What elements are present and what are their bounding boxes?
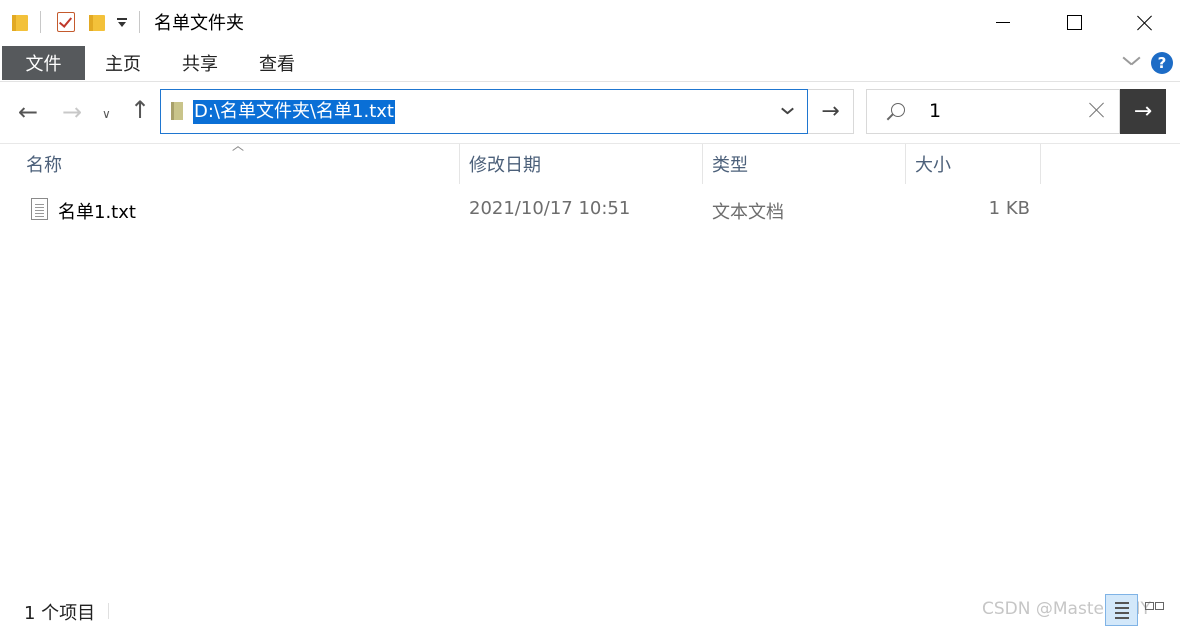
address-bar[interactable]: D:\名单文件夹\名单1.txt [160, 89, 808, 134]
expand-ribbon-chevron-icon[interactable] [1122, 56, 1140, 68]
tab-file[interactable]: 文件 [2, 46, 85, 80]
column-divider[interactable] [459, 144, 460, 184]
address-folder-icon [171, 102, 183, 120]
search-input[interactable]: 1 [929, 100, 941, 122]
help-icon[interactable]: ? [1151, 52, 1173, 74]
tab-view[interactable]: 查看 [259, 46, 295, 80]
search-icon [891, 103, 905, 117]
navigation-bar: ← → ∨ ↑ D:\名单文件夹\名单1.txt → 1 → [0, 82, 1180, 144]
forward-arrow-icon[interactable]: → [62, 100, 82, 124]
clear-search-icon[interactable] [1089, 102, 1105, 118]
minimize-icon[interactable] [967, 0, 1038, 44]
column-divider[interactable] [702, 144, 703, 184]
toolbar-separator [139, 11, 140, 33]
column-divider[interactable] [905, 144, 906, 184]
back-arrow-icon[interactable]: ← [18, 100, 38, 124]
column-header-size[interactable]: 大小 [915, 144, 951, 184]
column-divider[interactable] [1040, 144, 1041, 184]
column-headers: 名称 修改日期 类型 大小 [0, 144, 1180, 184]
file-modified-date: 2021/10/17 10:51 [469, 198, 631, 219]
status-item-count: 1 个项目 [24, 603, 96, 624]
folder-icon [12, 12, 30, 32]
ribbon-tabs: 文件 主页 共享 查看 ? [0, 44, 1180, 82]
tab-home[interactable]: 主页 [105, 46, 141, 80]
text-file-icon [31, 198, 48, 220]
close-icon[interactable] [1109, 0, 1180, 44]
customize-quick-access-dropdown-icon[interactable] [115, 12, 129, 32]
new-folder-icon[interactable] [89, 12, 107, 32]
search-go-arrow-icon[interactable]: → [1120, 89, 1166, 134]
file-size: 1 KB [988, 198, 1030, 219]
go-arrow-icon[interactable]: → [808, 89, 854, 134]
file-row[interactable]: 名单1.txt 2021/10/17 10:51 文本文档 1 KB [0, 192, 1180, 228]
column-header-type[interactable]: 类型 [712, 144, 748, 184]
window-title: 名单文件夹 [154, 13, 244, 34]
file-name[interactable]: 名单1.txt [58, 198, 136, 224]
details-view-icon[interactable] [1105, 594, 1138, 626]
maximize-icon[interactable] [1038, 0, 1109, 44]
column-header-modified[interactable]: 修改日期 [469, 144, 541, 184]
status-divider [108, 603, 109, 619]
column-header-name[interactable]: 名称 [26, 144, 62, 184]
search-box[interactable]: 1 [866, 89, 1120, 134]
file-type: 文本文档 [712, 202, 784, 223]
address-path-text[interactable]: D:\名单文件夹\名单1.txt [193, 100, 395, 124]
window-controls [967, 0, 1180, 44]
properties-icon[interactable] [57, 12, 75, 32]
large-icons-view-icon[interactable] [1143, 600, 1165, 620]
toolbar-separator [40, 11, 41, 33]
tab-share[interactable]: 共享 [182, 46, 218, 80]
title-bar: 名单文件夹 [0, 0, 1180, 44]
recent-locations-chevron-icon[interactable]: ∨ [102, 102, 111, 126]
quick-access-toolbar: 名单文件夹 [0, 0, 244, 44]
up-arrow-icon[interactable]: ↑ [130, 98, 150, 122]
sort-ascending-icon [232, 144, 244, 152]
address-history-chevron-icon[interactable] [781, 106, 793, 116]
